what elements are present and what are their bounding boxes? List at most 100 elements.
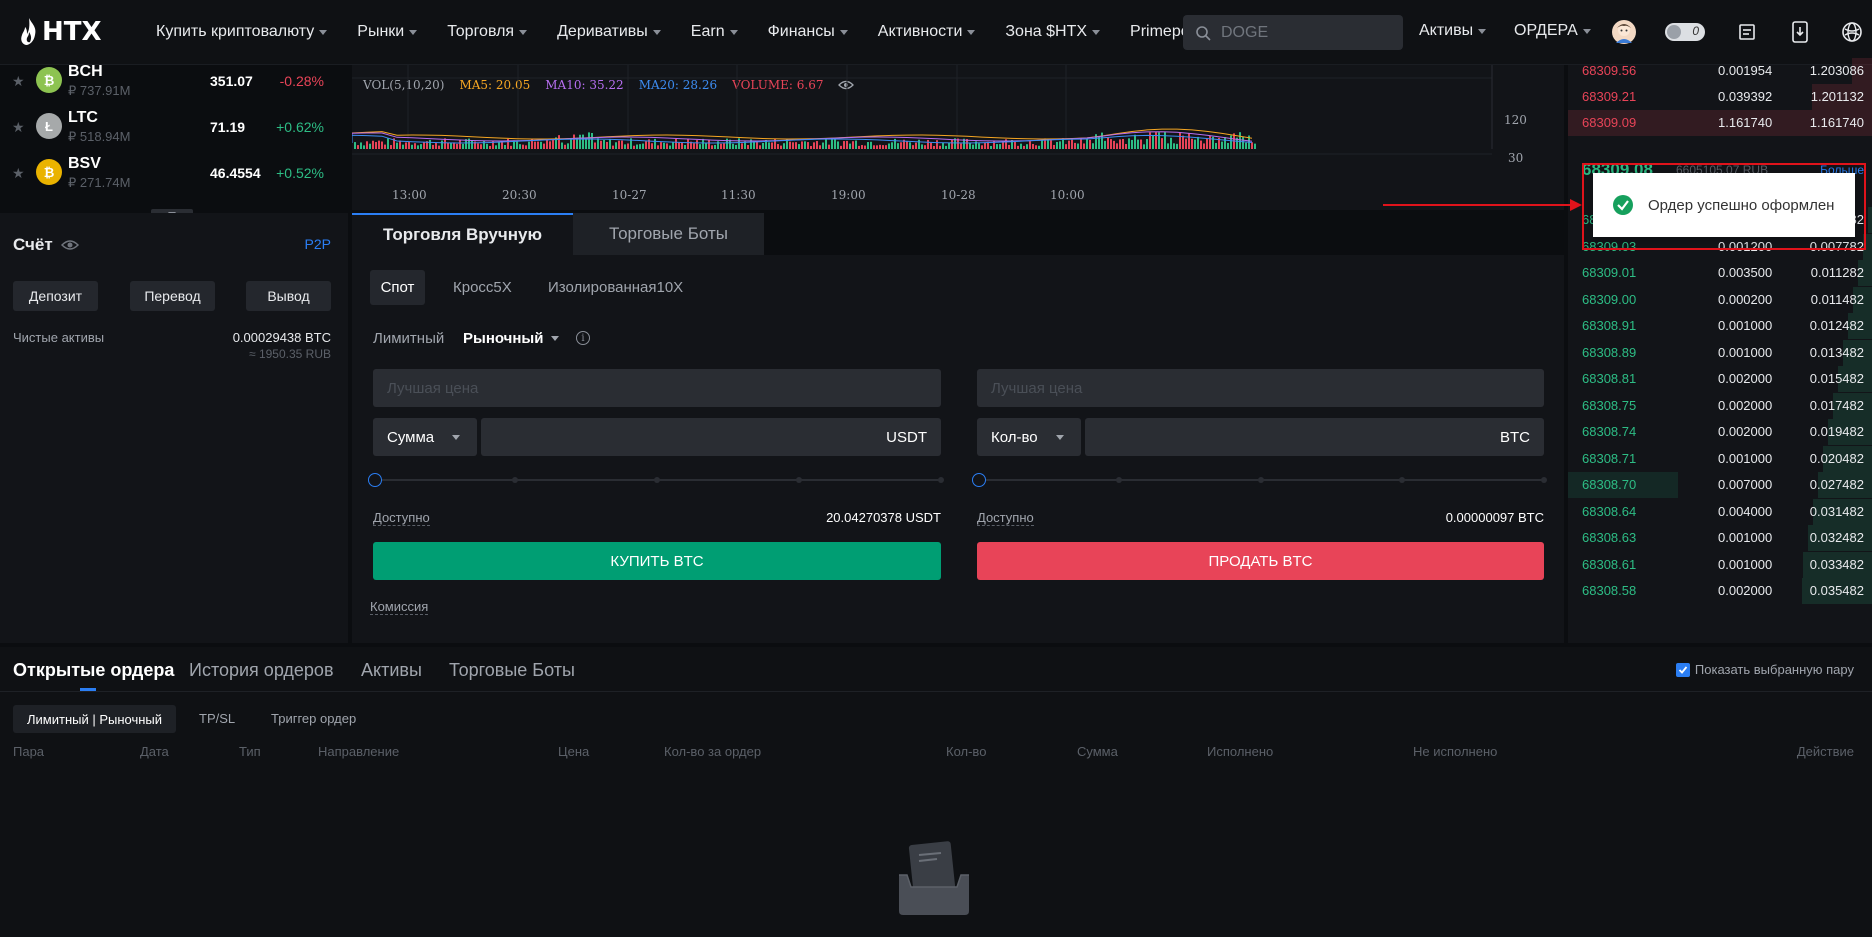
nav-item[interactable]: Финансы [768,23,848,41]
tab-assets[interactable]: Активы [361,660,422,681]
sell-price-field[interactable]: Лучшая цена [977,369,1544,407]
tab-open-orders[interactable]: Открытые ордера [13,660,174,681]
buy-type-select[interactable]: Сумма [373,418,477,456]
withdraw-button[interactable]: Вывод [246,281,331,311]
star-icon[interactable]: ★ [12,73,25,90]
volume-bar [876,145,878,149]
tab-trading-bots-orders[interactable]: Торговые Боты [449,660,575,681]
sell-amount-input[interactable]: BTC [1085,418,1544,456]
bid-row[interactable]: 68308.74 0.002000 0.019482 [1568,419,1872,445]
chevron-down-icon [452,434,461,440]
p2p-link[interactable]: P2P [305,236,331,252]
tab-order-history[interactable]: История ордеров [189,660,334,681]
slider-tick[interactable] [938,477,944,483]
volume-bar [579,134,581,149]
eye-icon[interactable] [60,238,79,252]
bid-row[interactable]: 68308.71 0.001000 0.020482 [1568,445,1872,472]
bid-price: 68308.63 [1582,530,1637,545]
commission-link[interactable]: Комиссия [370,599,429,615]
subtab-tpsl[interactable]: TP/SL [199,711,235,726]
bid-row[interactable]: 68309.00 0.000200 0.011482 [1568,286,1872,313]
slider-tick[interactable] [512,477,518,483]
volume-bar [762,142,764,149]
sell-slider-handle[interactable] [972,473,986,487]
subtab-trigger[interactable]: Триггер ордер [271,711,356,726]
sell-type-select[interactable]: Кол-во [977,418,1081,456]
download-app-icon[interactable] [1786,18,1814,46]
language-icon[interactable] [1838,18,1866,46]
volume-bar [741,143,743,149]
bid-row[interactable]: 68308.75 0.002000 0.017482 [1568,392,1872,419]
nav-item[interactable]: Зона $HTX [1005,23,1101,41]
buy-button[interactable]: КУПИТЬ BTC [373,542,941,580]
slider-tick[interactable] [1115,477,1122,483]
toggle-switch[interactable]: 0 [1664,18,1706,46]
nav-item[interactable]: Торговля [447,23,528,41]
bid-total: 0.011282 [1810,265,1864,280]
htx-logo[interactable]: HTX [20,17,130,47]
slider-tick[interactable] [796,477,802,483]
buy-price-field[interactable]: Лучшая цена [373,369,941,407]
volume-bar [447,142,449,149]
slider-tick[interactable] [1399,477,1406,483]
bid-row[interactable]: 68308.81 0.002000 0.015482 [1568,366,1872,392]
tab-manual-trading[interactable]: Торговля Вручную [352,213,573,255]
slider-tick[interactable] [1257,477,1264,483]
volume-bar [984,142,986,149]
volume-bar [483,140,485,149]
ask-row[interactable]: 68309.21 0.039392 1.201132 [1568,84,1872,110]
slider-tick[interactable] [654,477,660,483]
bid-row[interactable]: 68308.61 0.001000 0.033482 [1568,551,1872,578]
price-chart[interactable]: VOL(5,10,20) MA5: 20.05 MA10: 35.22 MA20… [352,65,1564,210]
info-icon[interactable]: i [576,331,590,345]
ask-row[interactable]: 68309.09 1.161740 1.161740 [1568,110,1872,136]
buy-slider-handle[interactable] [368,473,382,487]
mode-isolated[interactable]: Изолированная10X [548,279,683,296]
mode-cross[interactable]: Кросс5X [453,279,512,296]
slider-tick[interactable] [1541,477,1547,483]
search-input[interactable] [1221,23,1391,42]
nav-item[interactable]: Купить криптовалюту [156,23,328,41]
star-icon[interactable]: ★ [12,165,25,182]
bid-row[interactable]: 68308.64 0.004000 0.031482 [1568,498,1872,525]
coin-row[interactable]: ★ ₿ BSV ₽ 271.74M 46.4554 +0.52% [0,149,348,204]
star-icon[interactable]: ★ [12,119,25,136]
bid-row[interactable]: 68308.91 0.001000 0.012482 [1568,313,1872,339]
volume-bar [1167,143,1169,149]
ask-row[interactable]: 68309.56 0.001954 1.203086 [1568,58,1872,84]
bid-row[interactable]: 68308.89 0.001000 0.013482 [1568,339,1872,366]
volume-bar [1137,139,1139,149]
nav-item[interactable]: Активности [878,23,976,41]
bid-amount: 0.000200 [1718,291,1773,307]
order-type-market[interactable]: Рыночный [463,330,560,347]
subtab-limit-market[interactable]: Лимитный | Рыночный [13,705,177,733]
mode-spot[interactable]: Спот [370,270,425,305]
nav-item[interactable]: Earn [691,23,738,41]
bid-row[interactable]: 68308.70 0.007000 0.027482 [1568,472,1872,498]
deposit-button[interactable]: Депозит [13,281,98,311]
volume-bar [396,142,398,149]
sell-button[interactable]: ПРОДАТЬ BTC [977,542,1544,580]
bid-row[interactable]: 68308.58 0.002000 0.035482 [1568,578,1872,604]
bid-amount: 0.003500 [1718,265,1773,280]
tab-trading-bots[interactable]: Торговые Боты [573,213,764,255]
buy-amount-input[interactable]: USDT [481,418,941,456]
bid-row[interactable]: 68308.63 0.001000 0.032482 [1568,525,1872,551]
volume-bar [441,140,443,149]
assets-menu[interactable]: Активы [1419,22,1487,40]
transfer-button[interactable]: Перевод [130,281,215,311]
show-selected-pair-checkbox[interactable]: Показать выбранную пару [1675,662,1854,677]
search-box[interactable] [1183,15,1403,50]
order-type-limit[interactable]: Лимитный [373,330,444,347]
nav-item[interactable]: Деривативы [557,23,661,41]
bid-row[interactable]: 68309.01 0.003500 0.011282 [1568,260,1872,286]
volume-bar [1224,137,1226,149]
coin-symbol: BSV [68,155,101,172]
nav-item[interactable]: Рынки [357,23,418,41]
volume-bar [627,143,629,149]
volume-bar [1227,142,1229,149]
notification-icon[interactable] [1733,18,1761,46]
orders-menu[interactable]: ОРДЕРА [1514,22,1591,40]
volume-bar [771,142,773,149]
avatar[interactable] [1610,18,1638,46]
